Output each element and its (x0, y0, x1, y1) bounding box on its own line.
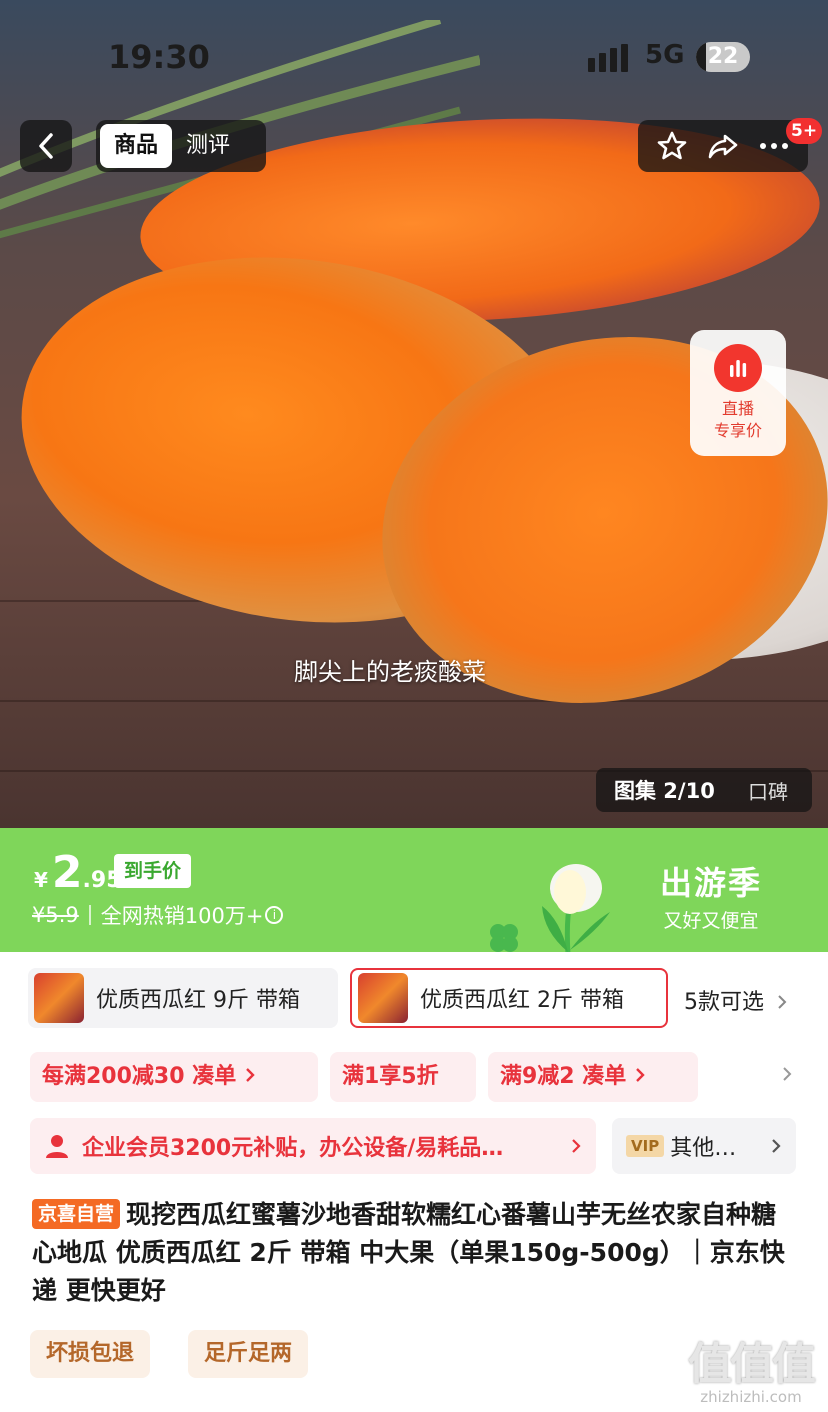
member-text: 企业会员3200元补贴，办公设备/易耗品… (82, 1136, 504, 1161)
self-operated-tag: 京喜自营 (32, 1199, 121, 1229)
share-icon (708, 134, 738, 159)
battery-level: 22 (707, 44, 739, 69)
share-button[interactable] (703, 126, 743, 166)
final-price: ¥ 2 .95 (34, 850, 122, 896)
top-actions (638, 120, 808, 172)
coupon-item[interactable]: 满9减2 凑单 (488, 1052, 698, 1102)
spec-option[interactable]: 优质西瓜红 9斤 带箱 (28, 968, 338, 1028)
coupon-item[interactable]: 每满200减30 凑单 (30, 1052, 318, 1102)
coupon-item[interactable]: 满1享5折 (330, 1052, 476, 1102)
live-icon (714, 344, 762, 392)
wood-grain (0, 700, 828, 702)
back-button[interactable] (20, 120, 72, 172)
gallery-switcher: 图集 2/10 口碑 (596, 768, 812, 812)
battery-icon: 22 (696, 42, 750, 72)
chevron-right-icon (572, 1139, 581, 1153)
chevron-right-icon (246, 1068, 255, 1082)
tab-switcher: 商品 测评 (96, 120, 266, 172)
coupon-more-icon[interactable] (780, 1064, 794, 1084)
signal-icon (588, 44, 628, 72)
live-price-label: 专享价 (713, 421, 762, 440)
vip-benefits[interactable]: VIP 其他… (612, 1118, 796, 1174)
price-integer: 2 (51, 847, 83, 898)
more-icon (760, 143, 789, 149)
star-icon (657, 131, 686, 160)
chevron-right-icon (778, 995, 787, 1009)
favorite-button[interactable] (652, 126, 692, 166)
season-title: 出游季 (660, 864, 763, 902)
service-tag[interactable]: 坏损包退 (30, 1330, 151, 1378)
price-currency: ¥ (34, 868, 48, 892)
vip-text: 其他… (670, 1136, 737, 1161)
spec-label: 优质西瓜红 2斤 带箱 (420, 988, 624, 1013)
reviews-tab[interactable]: 口碑 (734, 776, 788, 805)
product-title: 京喜自营 现挖西瓜红蜜薯沙地香甜软糯红心番薯山芋无丝农家自种糖心地瓜 优质西瓜红 … (32, 1196, 792, 1310)
vip-badge: VIP (626, 1135, 665, 1157)
coupon-text: 满9减2 凑单 (500, 1064, 627, 1089)
chevron-right-icon (636, 1068, 645, 1082)
price-band: ¥ 2 .95 到手价 ¥5.9 全网热销100万+ i 出游季 又好又便宜 (0, 828, 828, 952)
live-label: 直播 (721, 399, 754, 418)
coupon-text: 满1享5折 (342, 1064, 439, 1089)
watermark-logo: 值值值 (688, 1339, 816, 1390)
product-title-text: 现挖西瓜红蜜薯沙地香甜软糯红心番薯山芋无丝农家自种糖心地瓜 优质西瓜红 2斤 带… (32, 1200, 785, 1305)
status-bar: 19:30 5G 22 (0, 34, 828, 78)
message-badge: 5+ (786, 118, 823, 144)
coupon-text: 每满200减30 凑单 (42, 1064, 237, 1089)
tab-product[interactable]: 商品 (100, 124, 173, 168)
season-subtitle: 又好又便宜 (663, 910, 759, 932)
tulip-decoration (490, 864, 610, 952)
original-price: ¥5.9 (32, 903, 79, 927)
live-price-card[interactable]: 直播 专享价 (690, 330, 786, 456)
spec-thumbnail (34, 973, 84, 1023)
status-time: 19:30 (108, 38, 210, 76)
more-specs-label: 5款可选 (684, 990, 764, 1015)
user-icon (46, 1135, 68, 1158)
network-type: 5G (645, 40, 685, 70)
info-icon[interactable]: i (265, 906, 284, 924)
final-price-tag: 到手价 (114, 854, 192, 888)
spec-label: 优质西瓜红 9斤 带箱 (96, 988, 300, 1013)
gallery-tab[interactable]: 图集 2/10 (596, 775, 734, 805)
chevron-right-icon (772, 1139, 781, 1153)
spec-option-selected[interactable]: 优质西瓜红 2斤 带箱 (350, 968, 668, 1028)
season-promo[interactable]: 出游季 又好又便宜 (660, 858, 762, 933)
more-specs-button[interactable]: 5款可选 (684, 984, 789, 1016)
service-tag[interactable]: 足斤足两 (188, 1330, 309, 1378)
spec-thumbnail (358, 973, 408, 1023)
price-sub-info: ¥5.9 全网热销100万+ i (32, 900, 284, 930)
chevron-left-icon (39, 133, 53, 159)
enterprise-member-banner[interactable]: 企业会员3200元补贴，办公设备/易耗品… (30, 1118, 596, 1174)
image-caption: 脚尖上的老痰酸菜 (294, 658, 486, 686)
divider (88, 905, 91, 925)
sales-count: 全网热销100万+ (100, 904, 264, 928)
tab-review[interactable]: 测评 (172, 124, 244, 168)
watermark: 值值值 zhizhizhi.com (676, 1328, 826, 1406)
